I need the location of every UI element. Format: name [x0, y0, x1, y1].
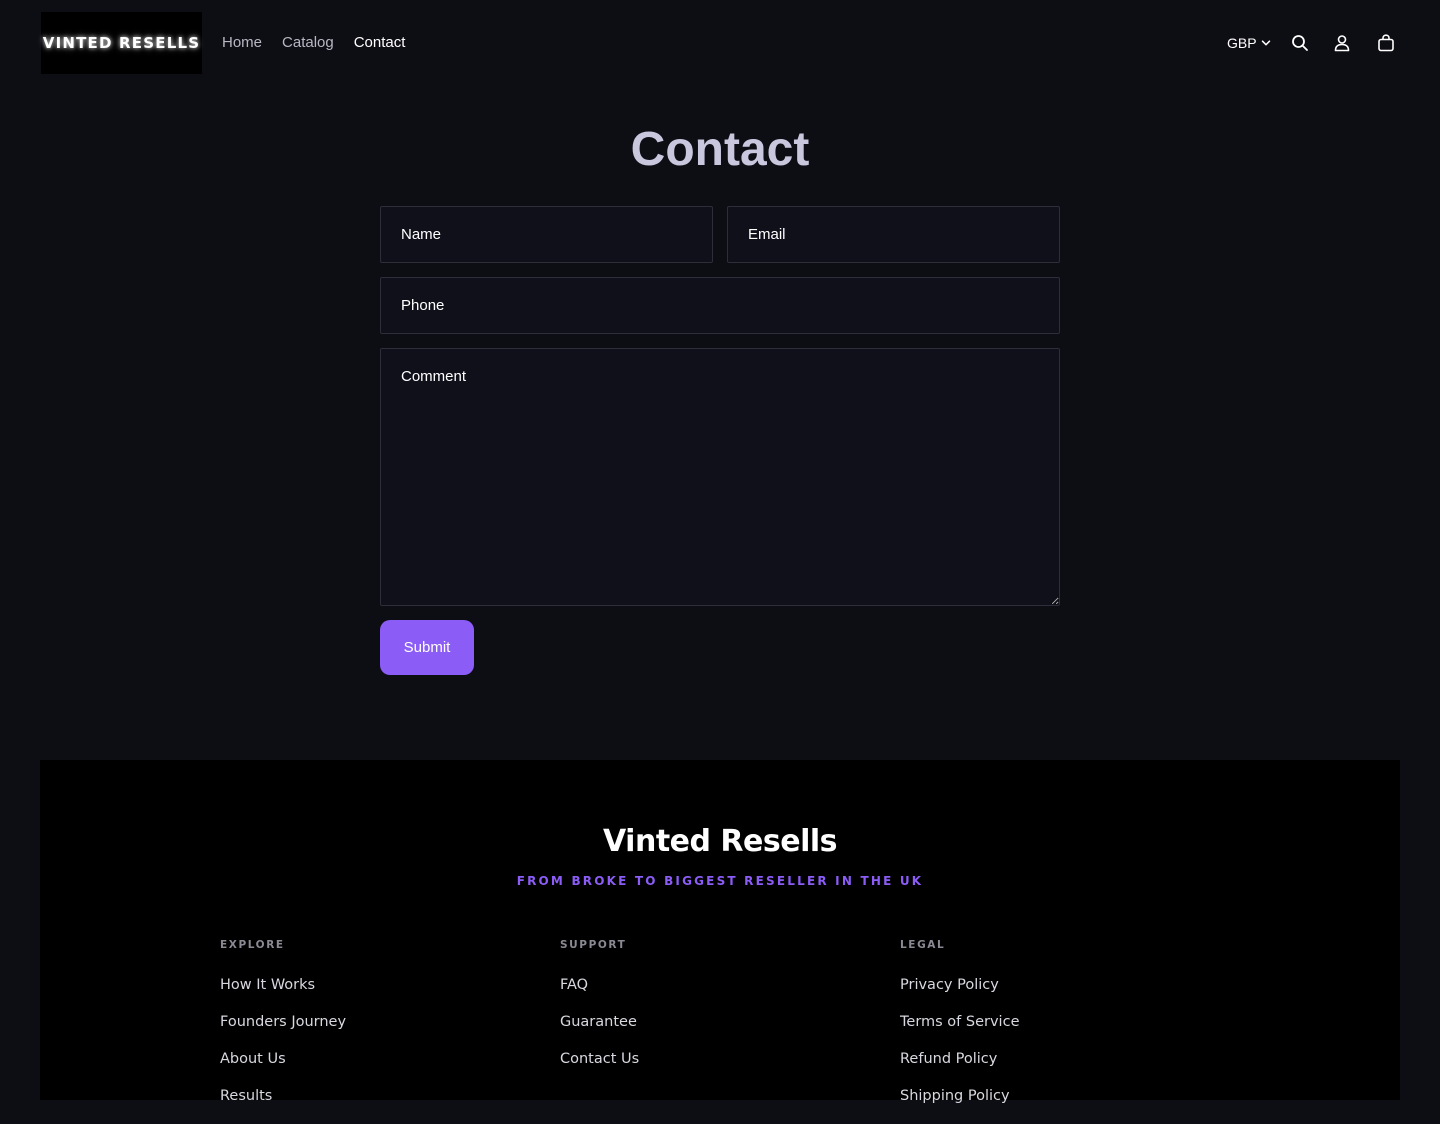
- footer-heading: SUPPORT: [560, 939, 627, 951]
- logo-text: VINTED RESELLS: [42, 34, 201, 52]
- site-header: VINTED RESELLS Home Catalog Contact GBP: [0, 0, 1440, 86]
- footer-link[interactable]: Terms of Service: [900, 1013, 1019, 1031]
- footer-column-support: SUPPORT FAQ Guarantee Contact Us: [560, 938, 639, 1087]
- footer-column-legal: LEGAL Privacy Policy Terms of Service Re…: [900, 938, 1019, 1124]
- footer-link[interactable]: Refund Policy: [900, 1050, 1019, 1068]
- search-icon[interactable]: [1290, 33, 1310, 53]
- footer-link[interactable]: Privacy Policy: [900, 976, 1019, 994]
- footer-link[interactable]: Contact Us: [560, 1050, 639, 1068]
- footer-tagline: FROM BROKE TO BIGGEST RESELLER IN THE UK: [516, 874, 924, 888]
- main-nav: Home Catalog Contact: [222, 34, 405, 52]
- footer-link[interactable]: How It Works: [220, 976, 346, 994]
- cart-icon[interactable]: [1376, 33, 1396, 53]
- page-title: Contact: [630, 123, 810, 176]
- currency-selector[interactable]: GBP: [1227, 34, 1271, 52]
- footer-link[interactable]: Guarantee: [560, 1013, 639, 1031]
- footer-brand: Vinted Resells: [602, 824, 838, 859]
- footer-link[interactable]: About Us: [220, 1050, 346, 1068]
- logo[interactable]: VINTED RESELLS: [41, 12, 202, 74]
- footer-heading: EXPLORE: [220, 939, 285, 951]
- nav-catalog[interactable]: Catalog: [282, 34, 334, 52]
- site-footer: Vinted Resells FROM BROKE TO BIGGEST RES…: [40, 760, 1400, 1104]
- footer-link[interactable]: Founders Journey: [220, 1013, 346, 1031]
- phone-field[interactable]: [380, 277, 1060, 334]
- footer-link[interactable]: Shipping Policy: [900, 1087, 1019, 1105]
- comment-field[interactable]: [380, 348, 1060, 606]
- footer-link[interactable]: FAQ: [560, 976, 639, 994]
- chevron-down-icon: [1261, 34, 1271, 52]
- name-field[interactable]: [380, 206, 713, 263]
- footer-link[interactable]: Results: [220, 1087, 346, 1105]
- nav-contact[interactable]: Contact: [354, 34, 406, 52]
- email-field[interactable]: [727, 206, 1060, 263]
- currency-label: GBP: [1227, 35, 1257, 51]
- footer-column-explore: EXPLORE How It Works Founders Journey Ab…: [220, 938, 346, 1124]
- account-icon[interactable]: [1332, 33, 1352, 53]
- nav-home[interactable]: Home: [222, 34, 262, 52]
- footer-heading: LEGAL: [900, 939, 946, 951]
- submit-button[interactable]: Submit: [380, 620, 474, 675]
